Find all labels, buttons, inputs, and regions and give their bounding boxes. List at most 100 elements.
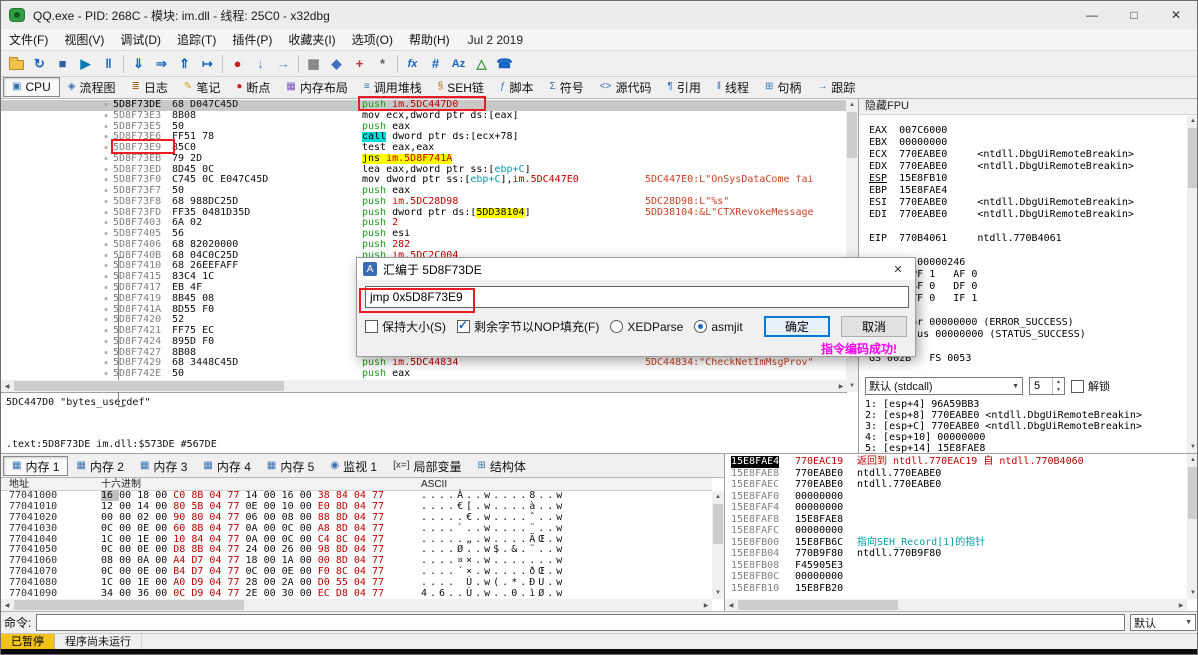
stack-row[interactable]: 15E8FB08 F45905E3 — [725, 560, 1187, 572]
disasm-hscrollbar[interactable]: ◀ ▶ — [1, 380, 847, 392]
trace-over-icon[interactable]: → — [272, 53, 295, 75]
breakpoint-dot-icon[interactable]: ● — [99, 326, 113, 337]
call-argument-line[interactable]: 2: [esp+8] 770EABE0 <ntdll.DbgUiRemoteBr… — [865, 410, 1185, 421]
register-line[interactable]: EDI 770EABE0 <ntdll.DbgUiRemoteBreakin> — [869, 209, 1185, 221]
scroll-thumb[interactable] — [847, 112, 857, 158]
tab-breakpoints[interactable]: ● 断点 — [228, 77, 278, 97]
disasm-comment[interactable] — [645, 369, 847, 380]
disasm-bytes[interactable]: C745 0C E047C45D — [172, 175, 362, 186]
breakpoint-dot-icon[interactable]: ● — [99, 294, 113, 305]
restart-icon[interactable]: ↻ — [28, 53, 51, 75]
disasm-instruction[interactable]: push 282 — [362, 240, 645, 251]
disasm-bytes[interactable]: 6A 02 — [172, 218, 362, 229]
minimize-button[interactable]: — — [1071, 1, 1113, 29]
patches-icon[interactable]: ▩ — [302, 53, 325, 75]
stack-address[interactable]: 15E8FAEC — [731, 479, 779, 491]
command-input[interactable] — [36, 614, 1125, 631]
stack-address[interactable]: 15E8FB0C — [731, 571, 779, 583]
tab-handles[interactable]: ⊞ 句柄 — [757, 77, 809, 97]
breakpoint-dot-icon[interactable]: ● — [99, 369, 113, 380]
stop-icon[interactable]: ■ — [51, 53, 74, 75]
breakpoint-dot-icon[interactable]: ● — [99, 283, 113, 294]
disasm-row[interactable]: ● 5D8F73E3 8B08 mov ecx,dword ptr ds:[eax] — [1, 110, 847, 122]
maximize-button[interactable]: □ — [1113, 1, 1155, 29]
breakpoint-dot-icon[interactable]: ● — [99, 208, 113, 219]
menu-options[interactable]: 选项(O) — [344, 29, 401, 51]
breakpoint-dot-icon[interactable]: ● — [99, 197, 113, 208]
disasm-bytes[interactable]: 895D F0 — [172, 336, 362, 348]
scroll-thumb[interactable] — [738, 600, 898, 610]
scroll-up-icon[interactable]: ▲ — [846, 99, 858, 111]
disasm-comment[interactable] — [645, 143, 847, 154]
radio-circle-selected[interactable] — [694, 320, 708, 333]
fx-icon[interactable]: fx — [401, 53, 424, 75]
disasm-instruction[interactable]: push eax — [362, 122, 645, 133]
unlock-checkbox[interactable]: 解锁 — [1071, 378, 1110, 394]
breakpoint-dot-icon[interactable]: ● — [99, 348, 113, 359]
step-into-icon[interactable]: ⇓ — [127, 53, 150, 75]
register-line[interactable]: ZF 1 PF 1 AF 0 — [869, 269, 1185, 281]
stack-value[interactable]: 00000000 — [795, 525, 843, 537]
stack-value[interactable]: F45905E3 — [795, 560, 843, 572]
tab-dump-5[interactable]: ▦ 内存 5 — [259, 456, 322, 476]
hide-fpu-button[interactable]: 隐藏FPU — [859, 99, 1197, 115]
scroll-thumb[interactable] — [14, 381, 284, 391]
scroll-up-icon[interactable]: ▲ — [1187, 454, 1197, 466]
scroll-thumb[interactable] — [1188, 467, 1197, 519]
checkbox-box[interactable] — [365, 320, 378, 333]
stack-value[interactable]: 770EAC19 — [795, 456, 843, 468]
tab-symbols[interactable]: Σ 符号 — [542, 77, 592, 97]
stack-comment[interactable]: ntdll.770EABE0 — [857, 479, 941, 491]
register-line[interactable]: OF 0 SF 0 DF 0 — [869, 281, 1185, 293]
stack-address[interactable]: 15E8FB00 — [731, 537, 779, 549]
disasm-comment[interactable] — [645, 111, 847, 122]
disasm-instruction[interactable]: lea eax,dword ptr ss:[ebp+C] — [362, 165, 645, 176]
ok-button[interactable]: 确定 — [764, 316, 830, 337]
breakpoint-dot-icon[interactable]: ● — [99, 122, 113, 133]
scroll-right-icon[interactable]: ▶ — [700, 599, 712, 611]
disasm-comment[interactable] — [645, 186, 847, 197]
scroll-right-icon[interactable]: ▶ — [835, 380, 847, 392]
stack-row[interactable]: 15E8FAE8 770EABE0 ntdll.770EABE0 — [725, 468, 1187, 480]
disasm-comment[interactable] — [645, 132, 847, 143]
disasm-row[interactable]: ● 5D8F73EB 79 2D jns im.5D8F741A — [1, 153, 847, 165]
register-line[interactable] — [869, 245, 1185, 257]
trace-into-icon[interactable]: ↓ — [249, 53, 272, 75]
disasm-comment[interactable] — [645, 229, 847, 240]
dump-vscrollbar[interactable]: ▲ ▼ — [712, 491, 724, 599]
breakpoint-dot-icon[interactable]: ● — [99, 337, 113, 348]
scroll-down-icon[interactable]: ▼ — [846, 380, 858, 392]
stack-address[interactable]: 15E8FAF8 — [731, 514, 779, 526]
tab-locals[interactable]: [x=] 局部变量 — [385, 456, 469, 476]
disasm-bytes[interactable]: FF51 78 — [172, 132, 362, 143]
phone-icon[interactable]: ☎ — [493, 53, 516, 75]
menu-help[interactable]: 帮助(H) — [401, 29, 458, 51]
call-argument-line[interactable]: 4: [esp+10] 00000000 — [865, 432, 1185, 443]
pause-icon[interactable]: ‖ — [97, 53, 120, 75]
breakpoint-dot-icon[interactable]: ● — [99, 100, 113, 111]
stack-address[interactable]: 15E8FB04 — [731, 548, 779, 560]
register-line[interactable]: EDX 770EABE0 <ntdll.DbgUiRemoteBreakin> — [869, 161, 1185, 173]
breakpoint-dot-icon[interactable]: ● — [99, 261, 113, 272]
register-line[interactable]: CF 0 TF 0 IF 1 — [869, 293, 1185, 305]
breakpoint-dot-icon[interactable]: ● — [99, 305, 113, 316]
spin-down-icon[interactable]: ▼ — [1053, 386, 1064, 394]
disasm-comment[interactable] — [645, 100, 847, 111]
stack-address[interactable]: 15E8FAE8 — [731, 468, 779, 480]
disasm-bytes[interactable]: 8D55 F0 — [172, 304, 362, 316]
stack-comment[interactable]: ntdll.770EABE0 — [857, 468, 941, 480]
tab-seh[interactable]: § SEH链 — [430, 77, 492, 97]
disasm-instruction[interactable]: call dword ptr ds:[ecx+78] — [362, 132, 645, 143]
menu-file[interactable]: 文件(F) — [1, 29, 56, 51]
register-line[interactable]: LastError 00000000 (ERROR_SUCCESS) — [869, 317, 1185, 329]
register-line[interactable]: EBP 15E8FAE4 — [869, 185, 1185, 197]
stack-row[interactable]: 15E8FAF8 15E8FAE8 — [725, 514, 1187, 526]
disasm-bytes[interactable]: 79 2D — [172, 153, 362, 165]
scroll-thumb[interactable] — [713, 504, 723, 544]
register-line[interactable]: ECX 770EABE0 <ntdll.DbgUiRemoteBreakin> — [869, 149, 1185, 161]
breakpoint-dot-icon[interactable]: ● — [99, 132, 113, 143]
keep-size-checkbox[interactable]: 保持大小(S) — [365, 318, 446, 335]
register-line[interactable]: EFLAGS 00000246 — [869, 257, 1185, 269]
disasm-instruction[interactable]: push eax — [362, 186, 645, 197]
az-icon[interactable]: Az — [447, 53, 470, 75]
